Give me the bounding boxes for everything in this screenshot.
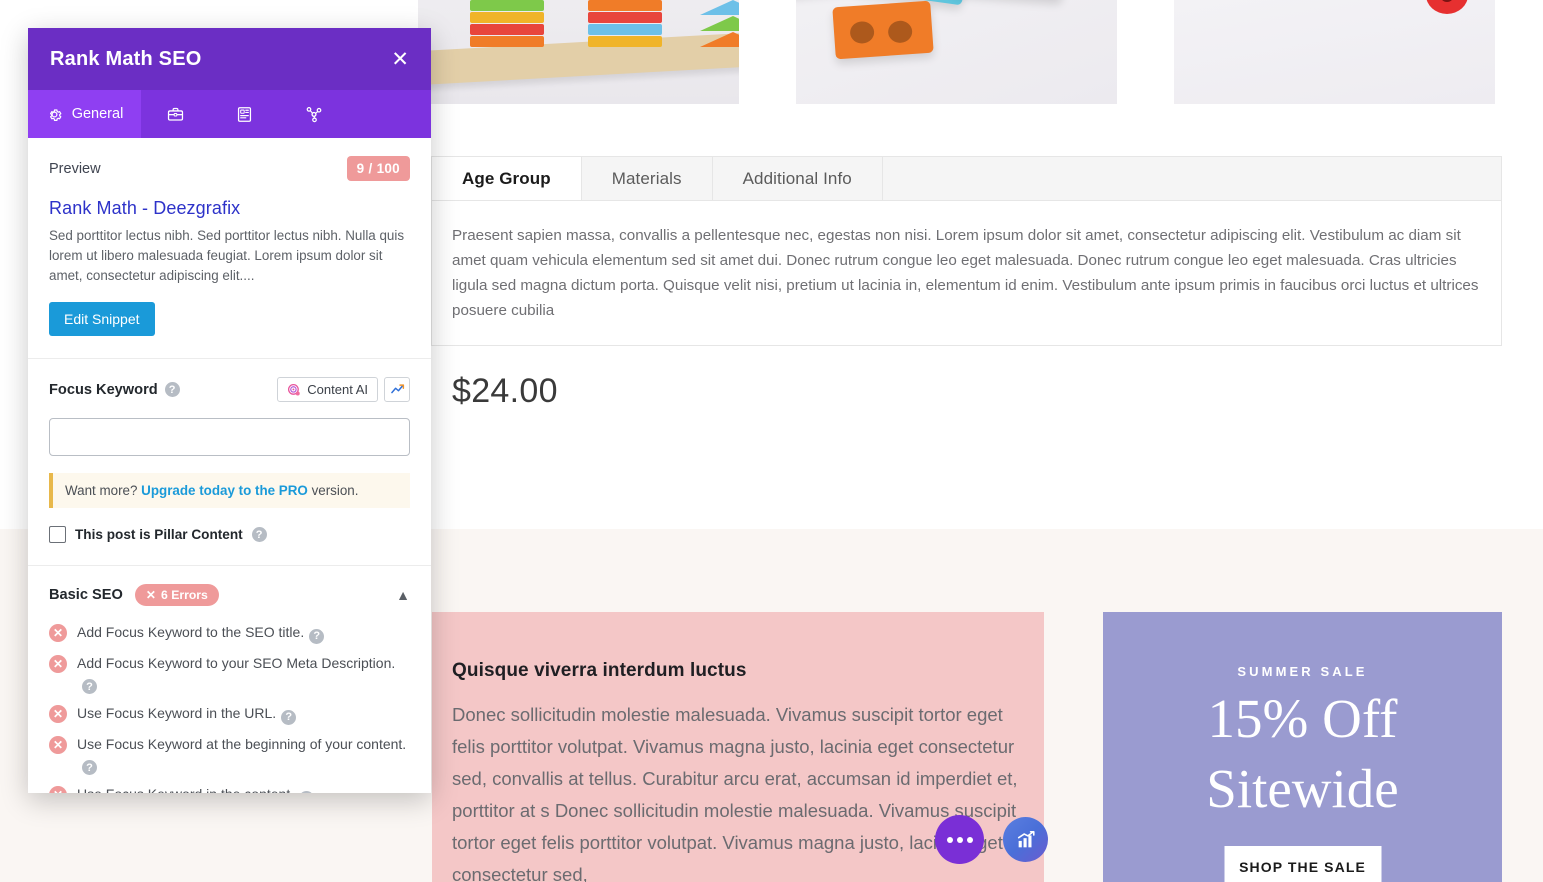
screen: Age Group Materials Additional Info Prae… (0, 0, 1543, 882)
tab-age-group[interactable]: Age Group (432, 157, 582, 200)
notice-prefix: Want more? (65, 483, 138, 498)
basic-seo-errors-badge: ✕ 6 Errors (134, 584, 219, 606)
basic-seo-section: Basic SEO ✕ 6 Errors ▲ ✕ Add Focus Keywo… (28, 566, 431, 793)
focus-keyword-input[interactable] (49, 418, 410, 456)
error-x-icon: ✕ (49, 654, 67, 673)
help-icon[interactable]: ? (309, 628, 325, 644)
content-ai-label: Content AI (307, 382, 368, 397)
stack-shape-1 (470, 0, 544, 48)
analytics-chart-icon (1017, 830, 1035, 847)
notice-suffix: version. (311, 483, 359, 498)
error-text: Add Focus Keyword to the SEO title. (77, 624, 305, 640)
stack-shape-3 (700, 0, 739, 48)
chevron-up-icon[interactable]: ▲ (396, 587, 410, 603)
briefcase-icon (167, 107, 184, 121)
preview-section: Preview 9 / 100 Rank Math - Deezgrafix S… (28, 138, 431, 359)
wooden-board (418, 32, 739, 86)
trend-arrow-icon (390, 384, 404, 394)
snippet-preview-title[interactable]: Rank Math - Deezgrafix (49, 198, 410, 219)
panel-tab-advanced[interactable] (141, 90, 210, 138)
gallery-image-wooden-beads[interactable] (1174, 0, 1495, 104)
error-text: Add Focus Keyword to your SEO Meta Descr… (77, 654, 396, 671)
errors-count-label: 6 Errors (161, 588, 208, 602)
panel-tab-schema[interactable] (210, 90, 279, 138)
edit-snippet-button[interactable]: Edit Snippet (49, 302, 155, 336)
stack-shape-2 (588, 0, 662, 48)
product-price: $24.00 (452, 372, 558, 410)
error-x-icon: ✕ (49, 705, 67, 723)
block-orange (832, 0, 934, 60)
preview-label: Preview (49, 160, 101, 177)
promo-pink-body: Donec sollicitudin molestie malesuada. V… (452, 704, 1018, 882)
x-icon: ✕ (145, 588, 157, 602)
panel-header: Rank Math SEO ✕ (28, 28, 431, 90)
promo-kicker: SUMMER SALE (1237, 664, 1368, 679)
gear-icon (49, 108, 62, 121)
error-text: Use Focus Keyword in the URL. (77, 705, 277, 721)
keyword-trend-button[interactable] (384, 377, 410, 402)
shop-the-sale-button[interactable]: SHOP THE SALE (1224, 846, 1381, 882)
error-item: ✕ Use Focus Keyword at the beginning of … (49, 734, 410, 775)
social-share-icon (306, 107, 321, 123)
error-item: ✕ Use Focus Keyword in the URL.? (49, 703, 410, 725)
bead-red (1426, 0, 1468, 14)
pillar-content-label: This post is Pillar Content (75, 527, 243, 542)
help-icon[interactable]: ? (299, 790, 315, 793)
pro-upgrade-notice: Want more? Upgrade today to the PRO vers… (49, 473, 410, 508)
product-tab-panel: Praesent sapien massa, convallis a pelle… (431, 200, 1502, 346)
help-icon[interactable]: ? (281, 709, 297, 725)
help-icon[interactable]: ? (164, 382, 180, 397)
close-icon[interactable]: ✕ (391, 49, 409, 70)
pillar-content-checkbox[interactable] (49, 526, 66, 543)
error-text: Use Focus Keyword in the content. (77, 786, 294, 793)
ellipsis-icon (946, 836, 973, 843)
analytics-fab[interactable] (1003, 817, 1048, 862)
error-text: Use Focus Keyword at the beginning of yo… (77, 735, 407, 752)
help-icon[interactable]: ? (251, 527, 267, 542)
error-item: ✕ Add Focus Keyword to the SEO title.? (49, 622, 410, 644)
content-ai-icon (288, 383, 300, 395)
schema-document-icon (237, 106, 252, 122)
tab-additional-info[interactable]: Additional Info (713, 157, 883, 200)
basic-seo-title: Basic SEO (49, 587, 123, 603)
error-item: ✕ Use Focus Keyword in the content.? (49, 784, 410, 793)
panel-tab-general[interactable]: General (28, 90, 141, 138)
panel-body: Preview 9 / 100 Rank Math - Deezgrafix S… (28, 138, 431, 793)
upgrade-pro-link[interactable]: Upgrade today to the PRO (141, 483, 308, 498)
focus-keyword-label: Focus Keyword (49, 381, 158, 398)
gallery-image-wooden-blocks[interactable] (796, 0, 1117, 104)
promo-pink-heading: Quisque viverra interdum luctus (452, 660, 747, 681)
help-icon[interactable]: ? (82, 760, 97, 775)
focus-keyword-section: Focus Keyword ? Content AI Want more? Up… (28, 359, 431, 566)
error-item: ✕ Add Focus Keyword to your SEO Meta Des… (49, 653, 410, 694)
error-x-icon: ✕ (49, 786, 67, 793)
panel-tab-social[interactable] (279, 90, 348, 138)
help-icon[interactable]: ? (82, 679, 97, 694)
promo-headline-line2: Sitewide (1206, 758, 1399, 819)
snippet-preview-description: Sed porttitor lectus nibh. Sed porttitor… (49, 228, 405, 283)
gallery-image-wooden-stacking-toy[interactable] (418, 0, 739, 104)
error-x-icon: ✕ (49, 624, 67, 642)
tab-materials[interactable]: Materials (582, 157, 713, 200)
basic-seo-error-list: ✕ Add Focus Keyword to the SEO title.? ✕… (28, 606, 431, 793)
product-tab-bar[interactable]: Age Group Materials Additional Info (431, 156, 1502, 200)
panel-tab-bar[interactable]: General (28, 90, 431, 138)
rank-math-seo-panel: Rank Math SEO ✕ General Preview 9 / 100 … (28, 28, 431, 793)
content-ai-button[interactable]: Content AI (277, 377, 378, 402)
more-options-fab[interactable] (935, 815, 984, 864)
product-description: Praesent sapien massa, convallis a pelle… (452, 227, 1479, 319)
promo-card-summer-sale: SUMMER SALE 15% Off Sitewide SHOP THE SA… (1103, 612, 1502, 882)
error-x-icon: ✕ (49, 735, 67, 754)
pillar-content-row: This post is Pillar Content ? (49, 526, 410, 543)
seo-score-badge: 9 / 100 (346, 156, 410, 181)
panel-tab-general-label: General (71, 106, 124, 122)
panel-title: Rank Math SEO (50, 47, 202, 70)
product-gallery (418, 0, 1543, 104)
promo-headline-line1: 15% Off (1207, 688, 1398, 749)
